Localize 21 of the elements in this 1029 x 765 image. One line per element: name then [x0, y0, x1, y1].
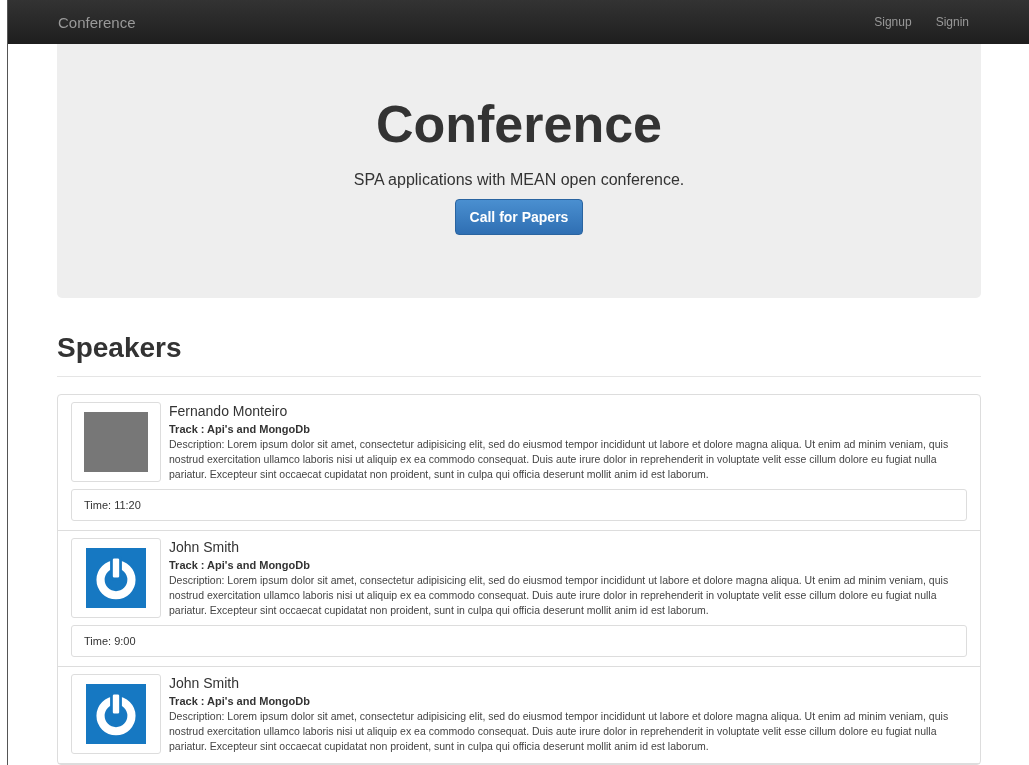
nav-link[interactable]: Signin [935, 15, 969, 29]
call-for-papers-button[interactable]: Call for Papers [454, 199, 584, 236]
speaker-description: Description: Lorem ipsum dolor sit amet, consectetur adipisicing elit, sed do eiusmod tempor incididunt ut labore et dolore magna aliqua. Ut enim ad minim veniam, quis nostrud exercitation ullamco laboris nisi ut aliquip ex ea commodo consequat. Duis aute irure dolor in reprehenderit in voluptate velit esse cillum dolore eu fugiat nulla pariatur. Excepteur sint occaecat cupidatat non proident, sunt in culpa qui officia deserunt mollit anim id est laborum. [169, 573, 950, 618]
speaker-track: Track : Api's and MongoDb [169, 559, 311, 571]
speaker-description: Description: Lorem ipsum dolor sit amet, consectetur adipisicing elit, sed do eiusmod tempor incididunt ut labore et dolore magna aliqua. Ut enim ad minim veniam, quis nostrud exercitation ullamco laboris nisi ut aliquip ex ea commodo consequat. Duis aute irure dolor in reprehenderit in voluptate velit esse cillum dolore eu fugiat nulla pariatur. Excepteur sint occaecat cupidatat non proident, sunt in culpa qui officia deserunt mollit anim id est laborum. [169, 709, 950, 754]
time-panel: Time: 9:00 [71, 625, 967, 657]
hero-title: Conference [375, 96, 663, 154]
speaker-name: Fernando Monteiro [169, 403, 289, 419]
speaker-track: Track : Api's and MongoDb [169, 695, 311, 707]
time-panel: Time: 11:20 [71, 489, 967, 521]
speaker-name: John Smith [169, 539, 241, 555]
speaker-name: John Smith [169, 675, 241, 691]
hero-subtitle: SPA applications with MEAN open conference. [353, 171, 685, 190]
section-title: Speakers [57, 332, 981, 377]
brand-link[interactable]: Conference [58, 13, 136, 31]
nav-link[interactable]: Signup [874, 15, 912, 29]
power-icon [84, 684, 148, 744]
speaker-track: Track : Api's and MongoDb [169, 423, 311, 435]
speaker-description: Description: Lorem ipsum dolor sit amet, consectetur adipisicing elit, sed do eiusmod tempor incididunt ut labore et dolore magna aliqua. Ut enim ad minim veniam, quis nostrud exercitation ullamco laboris nisi ut aliquip ex ea commodo consequat. Duis aute irure dolor in reprehenderit in voluptate velit esse cillum dolore eu fugiat nulla pariatur. Excepteur sint occaecat cupidatat non proident, sunt in culpa qui officia deserunt mollit anim id est laborum. [169, 437, 950, 482]
power-icon [84, 548, 148, 608]
photo-placeholder [84, 412, 148, 472]
